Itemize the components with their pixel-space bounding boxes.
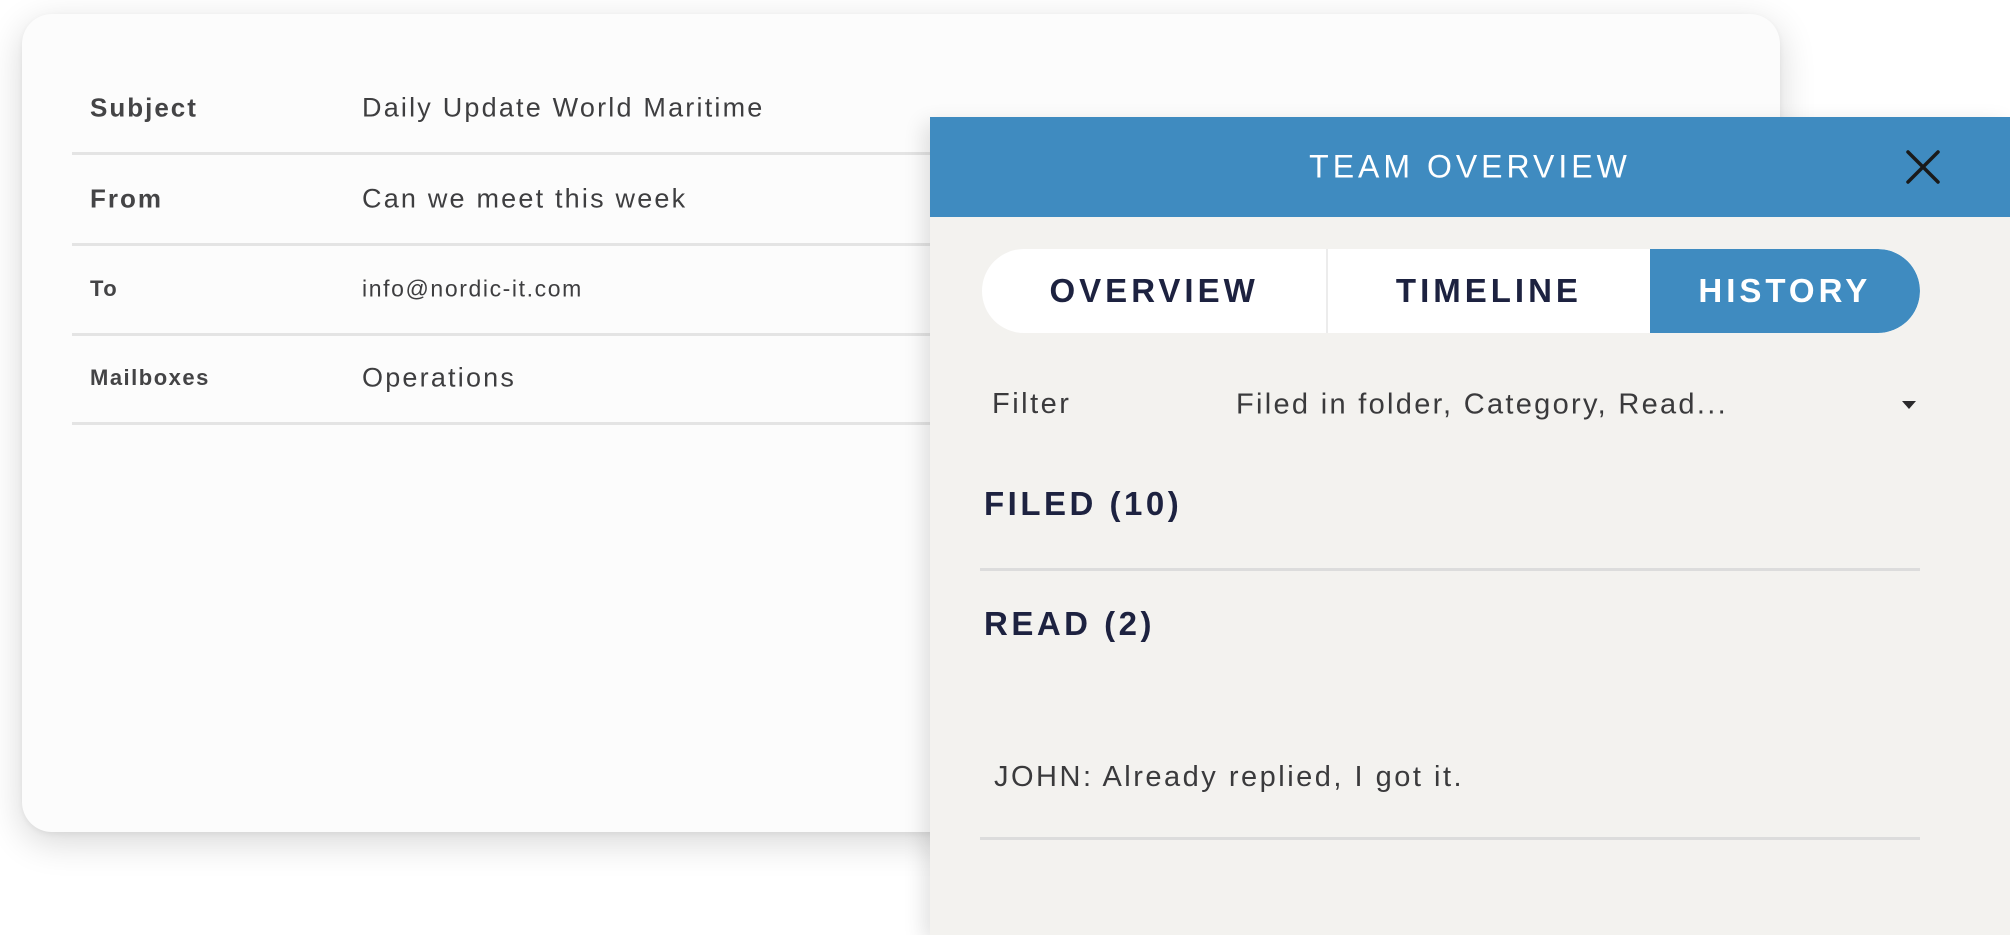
tab-overview[interactable]: OVERVIEW xyxy=(982,249,1326,333)
divider xyxy=(980,837,1920,840)
team-overview-panel: TEAM OVERVIEW OVERVIEW TIMELINE HISTORY … xyxy=(930,117,2010,935)
mailboxes-label: Mailboxes xyxy=(90,365,210,390)
filter-value: Filed in folder, Category, Read... xyxy=(1236,388,1728,421)
divider xyxy=(980,568,1920,571)
section-filed-title: FILED (10) xyxy=(984,485,1183,522)
tab-timeline[interactable]: TIMELINE xyxy=(1326,249,1649,333)
close-icon xyxy=(1906,150,1940,184)
from-value: Can we meet this week xyxy=(362,183,688,214)
filter-label: Filter xyxy=(992,388,1072,420)
section-read-title: READ (2) xyxy=(984,605,1156,642)
panel-header: TEAM OVERVIEW xyxy=(930,117,2010,217)
to-value: info@nordic-it.com xyxy=(362,275,583,302)
panel-title: TEAM OVERVIEW xyxy=(1309,148,1631,185)
history-item: JOHN: Already replied, I got it. xyxy=(994,761,1465,793)
filter-dropdown[interactable]: Filed in folder, Category, Read... xyxy=(1236,375,1916,435)
tab-history[interactable]: HISTORY xyxy=(1649,249,1920,333)
section-read[interactable]: READ (2) xyxy=(980,597,1920,697)
close-button[interactable] xyxy=(1895,139,1951,195)
to-label: To xyxy=(90,276,119,301)
subject-label: Subject xyxy=(90,92,198,123)
section-filed[interactable]: FILED (10) xyxy=(980,477,1920,577)
chevron-down-icon xyxy=(1902,401,1916,409)
tab-bar: OVERVIEW TIMELINE HISTORY xyxy=(982,249,1920,333)
subject-value: Daily Update World Maritime xyxy=(362,92,765,123)
mailboxes-value: Operations xyxy=(362,362,517,393)
from-label: From xyxy=(90,183,163,214)
